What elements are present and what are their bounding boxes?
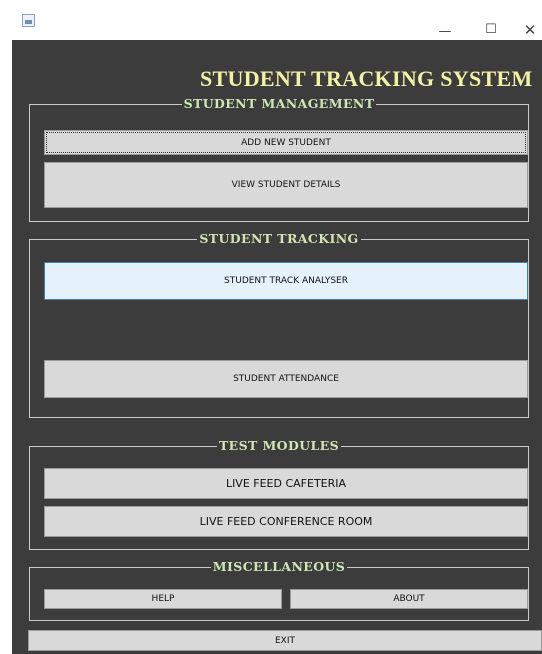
student-attendance-button[interactable]: STUDENT ATTENDANCE xyxy=(44,360,528,398)
student-tracking-panel: STUDENT TRACKING STUDENT TRACK ANALYSER … xyxy=(29,231,529,418)
add-new-student-button[interactable]: ADD NEW STUDENT xyxy=(44,130,528,155)
minimize-button[interactable]: — xyxy=(435,24,455,40)
student-tracking-title: STUDENT TRACKING xyxy=(197,231,361,246)
miscellaneous-panel: MISCELLANEOUS HELP ABOUT xyxy=(29,559,529,621)
title-bar: — ☐ ✕ xyxy=(12,0,542,40)
test-modules-title: TEST MODULES xyxy=(216,438,342,453)
student-management-panel: STUDENT MANAGEMENT ADD NEW STUDENT VIEW … xyxy=(29,96,529,222)
maximize-button[interactable]: ☐ xyxy=(481,22,501,38)
app-window: — ☐ ✕ STUDENT TRACKING SYSTEM STUDENT MA… xyxy=(12,0,542,654)
close-button[interactable]: ✕ xyxy=(520,22,540,38)
live-feed-cafeteria-button[interactable]: LIVE FEED CAFETERIA xyxy=(44,468,528,499)
miscellaneous-title: MISCELLANEOUS xyxy=(210,559,348,574)
student-management-title: STUDENT MANAGEMENT xyxy=(181,96,377,111)
student-track-analyser-button[interactable]: STUDENT TRACK ANALYSER xyxy=(44,262,528,300)
exit-button[interactable]: EXIT xyxy=(28,630,542,651)
app-title: STUDENT TRACKING SYSTEM xyxy=(200,66,533,91)
view-student-details-button[interactable]: VIEW STUDENT DETAILS xyxy=(44,162,528,208)
test-modules-panel: TEST MODULES LIVE FEED CAFETERIA LIVE FE… xyxy=(29,438,529,550)
about-button[interactable]: ABOUT xyxy=(290,589,528,609)
help-button[interactable]: HELP xyxy=(44,589,282,609)
java-app-icon xyxy=(22,14,35,27)
live-feed-conference-room-button[interactable]: LIVE FEED CONFERENCE ROOM xyxy=(44,506,528,537)
